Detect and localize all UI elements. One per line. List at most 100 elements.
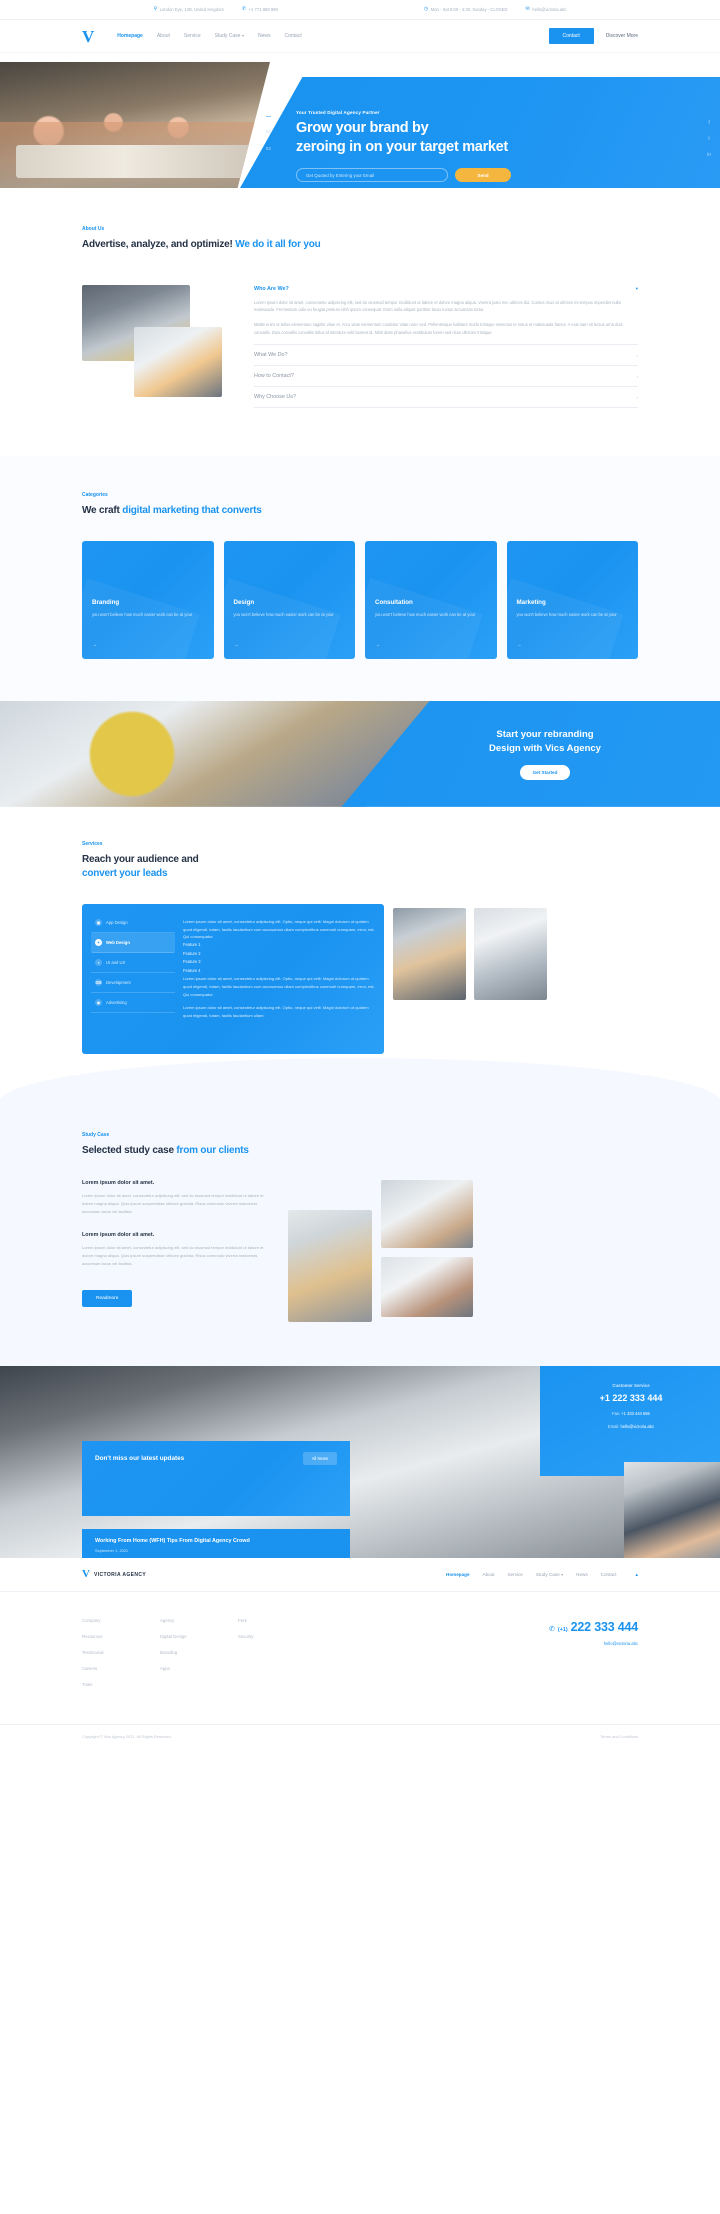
accordion-paragraph: Lorem ipsum dolor sit amet, consectetur … [254, 299, 621, 313]
chevron-right-icon: › [636, 352, 639, 358]
study-kicker: Study Case [82, 1131, 110, 1138]
phone-icon: ✆ [241, 6, 247, 12]
about-grid: Who Are We? ▾ Lorem ipsum dolor sit amet… [82, 277, 638, 409]
about-accordion: Who Are We? ▾ Lorem ipsum dolor sit amet… [232, 277, 638, 409]
topbar-phone-text: +1 771 888 999 [248, 7, 278, 12]
linkedin-icon[interactable]: in [707, 153, 711, 158]
accordion-header[interactable]: What We Do? › [254, 352, 638, 358]
category-card-branding[interactable]: Branding you won't believe how much easi… [82, 540, 214, 659]
footer-logo[interactable]: V VICTORIA AGENCY [82, 1569, 146, 1580]
footer-link[interactable]: Branding [160, 1650, 238, 1655]
hero-quote-form: Send [296, 168, 720, 183]
email-label: Email: [607, 1424, 620, 1430]
footer-link[interactable]: Apps [160, 1666, 238, 1671]
rebranding-banner: Start your rebranding Design with Vics A… [0, 700, 720, 807]
arrow-right-icon[interactable]: → [517, 642, 522, 648]
service-feature: Feature 4 [183, 967, 201, 973]
hero-social-links: f t in [707, 121, 711, 158]
top-info-bar: ⚲ London Eye, 12B, United Kingdom ✆ +1 7… [0, 0, 720, 20]
news-cta-section: Customer Service +1 222 333 444 Fax: +1 … [0, 1366, 720, 1559]
logo-icon[interactable]: V [82, 28, 94, 45]
accordion-item-how-to-contact[interactable]: How to Contact? › [254, 366, 638, 388]
facebook-icon[interactable]: f [708, 121, 709, 126]
hero-step-01[interactable]: 01 [266, 110, 271, 117]
footer-link[interactable]: Resources [82, 1634, 160, 1639]
hero-submit-button[interactable]: Send [455, 168, 511, 183]
scroll-to-top-icon[interactable]: ▴ [635, 1572, 638, 1578]
accordion-header[interactable]: Why Choose Us? › [254, 394, 638, 400]
footer-link[interactable]: Agency [160, 1618, 238, 1623]
service-tab-ui-ux[interactable]: ◑ UI and UX [91, 953, 175, 973]
footer-nav-item-contact[interactable]: Contact [601, 1572, 617, 1577]
nav-item-about[interactable]: About [157, 33, 170, 39]
footer-phone[interactable]: ✆ (+1) 222 333 444 [549, 1620, 638, 1634]
hero-step-03[interactable]: 03 [266, 146, 271, 151]
category-card-desc: you won't believe how much easier work c… [92, 611, 193, 617]
footer-nav-item-about[interactable]: About [483, 1572, 495, 1577]
accordion-item-why-choose-us[interactable]: Why Choose Us? › [254, 387, 638, 409]
accordion-header[interactable]: How to Contact? › [254, 373, 638, 379]
get-started-button[interactable]: Get Started [519, 765, 571, 781]
nav-item-news[interactable]: News [258, 33, 271, 39]
footer-link[interactable]: Testimonial [82, 1650, 160, 1655]
accordion-header[interactable]: Who Are We? ▾ [254, 286, 638, 292]
services-title-plain: Reach your audience and [82, 853, 199, 865]
customer-service-phone[interactable]: +1 222 333 444 [556, 1393, 706, 1403]
footer-nav-label: Service [507, 1572, 523, 1578]
footer-link[interactable]: Perk [238, 1618, 316, 1623]
nav-item-study-case[interactable]: Study Case ▾ [215, 33, 244, 39]
nav-item-service[interactable]: Service [184, 33, 201, 39]
hero-section: 01 02 03 Your Trusted Digital Agency Par… [0, 53, 720, 188]
terms-link[interactable]: Terms and Conditions [600, 1734, 638, 1739]
discover-more-link[interactable]: Discover More [606, 33, 638, 39]
footer-nav-item-study-case[interactable]: Study Case ▾ [536, 1572, 563, 1577]
category-card-design[interactable]: Design you won't believe how much easier… [223, 540, 355, 659]
topbar-email[interactable]: ✉ hello@victoria.abc [526, 7, 567, 13]
arrow-right-icon[interactable]: → [92, 642, 97, 648]
footer-link[interactable]: Digital Design [160, 1634, 238, 1639]
footer-nav-item-news[interactable]: News [576, 1572, 588, 1577]
category-card-marketing[interactable]: Marketing you won't believe how much eas… [506, 540, 638, 659]
footer-link[interactable]: Trials [82, 1682, 160, 1687]
nav-item-label: Homepage [117, 33, 143, 39]
nav-item-label: About [156, 33, 170, 39]
about-photo-2 [134, 326, 222, 397]
twitter-icon[interactable]: t [708, 137, 709, 142]
footer-link[interactable]: Careers [82, 1666, 160, 1671]
arrow-right-icon[interactable]: → [234, 642, 239, 648]
footer-nav-links: Homepage About Service Study Case ▾ News … [446, 1572, 638, 1578]
service-tab-advertising[interactable]: ◉ Advertising [91, 993, 175, 1013]
news-article-strip[interactable]: Working From Home (WFH) Tips From Digita… [82, 1529, 350, 1559]
service-tab-web-design[interactable]: ✶ Web Design [91, 932, 175, 953]
footer-link[interactable]: Security [238, 1634, 316, 1639]
service-tab-development[interactable]: ⌨ Development [91, 973, 175, 993]
topbar-email-text: hello@victoria.abc [532, 7, 567, 12]
footer-email[interactable]: hello@victoria.abc [549, 1641, 638, 1646]
footer-nav-label: Study Case [535, 1572, 560, 1578]
service-feature: Feature 2 [183, 950, 201, 956]
footer-column-2: Agency Digital Design Branding Apps [160, 1618, 238, 1698]
hero-email-input[interactable] [296, 168, 448, 183]
customer-service-email[interactable]: Email: hello@victoria.abc [556, 1424, 706, 1429]
footer-nav-item-service[interactable]: Service [508, 1572, 523, 1577]
all-news-button[interactable]: All News [302, 1452, 337, 1466]
contact-button[interactable]: Contact [548, 28, 594, 44]
footer-nav-item-homepage[interactable]: Homepage [446, 1572, 470, 1577]
services-kicker: Services [82, 840, 103, 847]
accordion-item-who-are-we[interactable]: Who Are We? ▾ Lorem ipsum dolor sit amet… [254, 279, 638, 346]
footer-link[interactable]: Company [82, 1618, 160, 1623]
customer-service-fax: Fax: +1 333 444 555 [556, 1411, 706, 1416]
hero-step-02[interactable]: 02 [266, 129, 271, 134]
category-card-consultation[interactable]: Consultation you won't believe how much … [365, 540, 497, 659]
service-tab-app-design[interactable]: ▣ App Design [91, 913, 175, 933]
accordion-item-what-we-do[interactable]: What We Do? › [254, 345, 638, 367]
banner-content: Start your rebranding Design with Vics A… [280, 701, 720, 807]
topbar-phone[interactable]: ✆ +1 771 888 999 [241, 6, 278, 13]
nav-item-contact[interactable]: Contact [285, 33, 302, 39]
arrow-right-icon[interactable]: → [375, 642, 380, 648]
readmore-button[interactable]: Readmore [82, 1289, 133, 1307]
footer-column-1: Company Resources Testimonial Careers Tr… [82, 1618, 160, 1698]
nav-item-homepage[interactable]: Homepage [117, 33, 143, 39]
ux-icon: ◑ [95, 958, 102, 966]
news-article-title: Working From Home (WFH) Tips From Digita… [95, 1538, 250, 1545]
